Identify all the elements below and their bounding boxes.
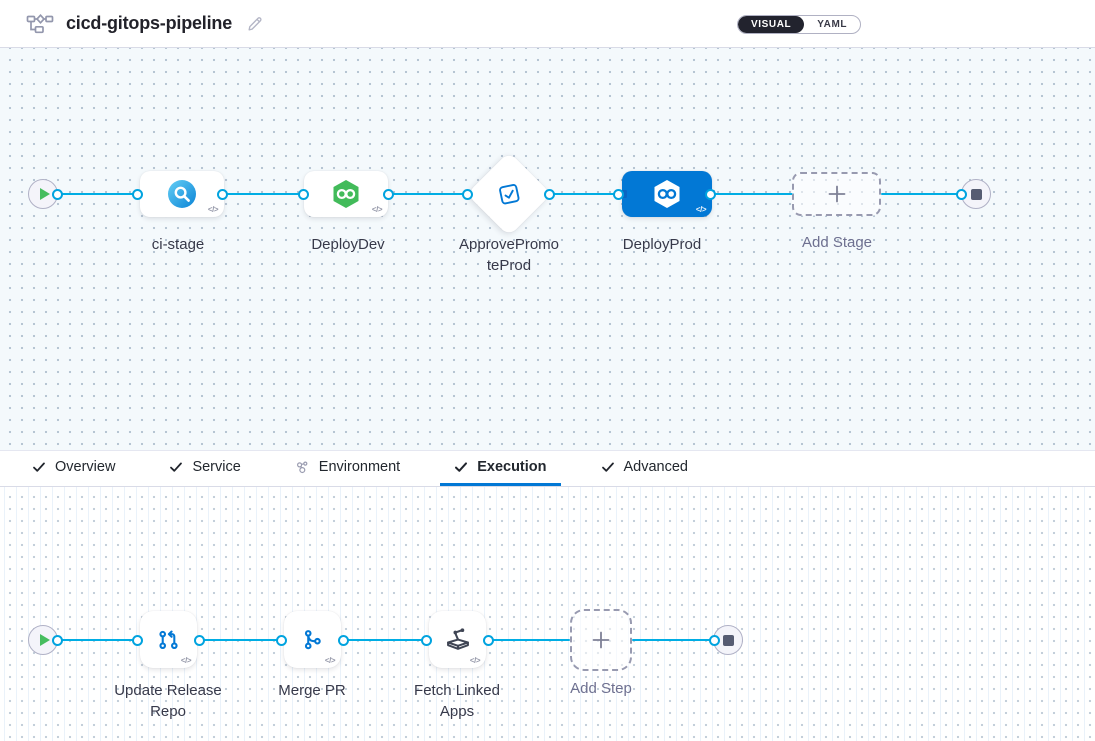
cd-deploy-stage-icon: [651, 178, 683, 210]
step-label: Merge PR: [278, 680, 346, 701]
flow-line: [710, 193, 794, 196]
merge-pr-icon: [300, 627, 326, 653]
stop-icon: [971, 189, 982, 200]
tab-label: Advanced: [624, 459, 689, 475]
stage-label: DeployProd: [623, 234, 701, 255]
flow-line: [222, 193, 306, 196]
pipeline-title: cicd-gitops-pipeline: [66, 13, 232, 34]
flow-line: [881, 193, 963, 196]
connector-port[interactable]: [709, 635, 720, 646]
add-stage-button[interactable]: [792, 172, 881, 216]
connector-port[interactable]: [52, 189, 63, 200]
code-toggle-icon[interactable]: </>: [470, 656, 480, 665]
add-step-label: Add Step: [570, 678, 632, 699]
stage-label: DeployDev: [311, 234, 384, 255]
connector-port[interactable]: [483, 635, 494, 646]
tab-environment[interactable]: Environment: [281, 451, 414, 486]
connector-port[interactable]: [132, 189, 143, 200]
stage-node-deployprod[interactable]: </>: [622, 171, 712, 217]
connector-port[interactable]: [421, 635, 432, 646]
connector-port[interactable]: [956, 189, 967, 200]
tab-execution[interactable]: Execution: [440, 451, 560, 486]
stage-node-ci-stage[interactable]: </>: [140, 171, 224, 217]
connector-port[interactable]: [217, 189, 228, 200]
stage-label: ApprovePromoteProd: [458, 234, 560, 276]
step-node-update-release-repo[interactable]: </>: [140, 611, 197, 668]
check-icon: [32, 460, 46, 474]
toggle-yaml[interactable]: YAML: [804, 16, 860, 33]
plus-icon: [590, 629, 612, 651]
code-toggle-icon[interactable]: </>: [325, 656, 335, 665]
connector-port[interactable]: [705, 189, 716, 200]
connector-port[interactable]: [544, 189, 555, 200]
step-label: Update Release Repo: [107, 680, 229, 722]
approval-stage-icon[interactable]: [496, 181, 522, 207]
connector-port[interactable]: [298, 189, 309, 200]
check-icon: [454, 460, 468, 474]
connector-port[interactable]: [462, 189, 473, 200]
update-release-repo-icon: [156, 627, 182, 653]
stage-config-tabs: Overview Service Environment Execution A…: [0, 450, 1095, 487]
tab-label: Overview: [55, 459, 115, 475]
stage-label: ci-stage: [152, 234, 205, 255]
check-icon: [601, 460, 615, 474]
flow-line: [197, 639, 284, 642]
add-step-button[interactable]: [570, 609, 632, 671]
connector-port[interactable]: [132, 635, 143, 646]
stage-graph-canvas[interactable]: </> ci-stage </> DeployDev ApprovePromot…: [0, 48, 1095, 450]
connector-port[interactable]: [383, 189, 394, 200]
ci-build-stage-icon: [167, 179, 197, 209]
edit-pipeline-name-icon[interactable]: [246, 15, 264, 33]
plus-icon: [826, 183, 848, 205]
tab-advanced[interactable]: Advanced: [587, 451, 703, 486]
pipeline-header: cicd-gitops-pipeline VISUAL YAML: [0, 0, 1095, 48]
connector-port[interactable]: [613, 189, 624, 200]
fetch-linked-apps-icon: [444, 626, 472, 654]
execution-graph-canvas[interactable]: </> Update Release Repo </> Merge PR: [0, 487, 1095, 741]
connector-port[interactable]: [338, 635, 349, 646]
code-toggle-icon[interactable]: </>: [696, 205, 706, 214]
step-node-fetch-linked-apps[interactable]: </>: [429, 611, 486, 668]
stop-icon: [723, 635, 734, 646]
code-toggle-icon[interactable]: </>: [372, 205, 382, 214]
play-icon: [40, 634, 50, 646]
toggle-visual[interactable]: VISUAL: [738, 16, 804, 33]
tab-label: Service: [192, 459, 240, 475]
tab-label: Environment: [319, 459, 400, 475]
step-node-merge-pr[interactable]: </>: [284, 611, 341, 668]
cd-deploy-stage-icon: [330, 178, 362, 210]
step-label: Fetch Linked Apps: [405, 680, 509, 722]
flow-line: [632, 639, 714, 642]
check-icon: [169, 460, 183, 474]
add-stage-label: Add Stage: [802, 232, 872, 253]
code-toggle-icon[interactable]: </>: [208, 205, 218, 214]
flow-line: [341, 639, 429, 642]
pipeline-graph-icon: [26, 13, 54, 35]
connector-port[interactable]: [52, 635, 63, 646]
visual-yaml-toggle: VISUAL YAML: [737, 15, 861, 34]
flow-line: [549, 193, 623, 196]
stage-node-deploydev[interactable]: </>: [304, 171, 388, 217]
environment-icon: [295, 460, 310, 475]
tab-overview[interactable]: Overview: [18, 451, 129, 486]
flow-line: [388, 193, 470, 196]
flow-line: [486, 639, 570, 642]
tab-service[interactable]: Service: [155, 451, 254, 486]
connector-port[interactable]: [276, 635, 287, 646]
play-icon: [40, 188, 50, 200]
connector-port[interactable]: [194, 635, 205, 646]
tab-label: Execution: [477, 459, 546, 475]
code-toggle-icon[interactable]: </>: [181, 656, 191, 665]
